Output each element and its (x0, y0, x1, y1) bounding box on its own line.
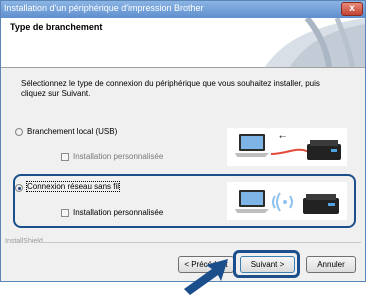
page-title: Type de branchement (10, 22, 103, 32)
close-button[interactable]: x (341, 2, 363, 16)
svg-text:⭠: ⭠ (279, 132, 286, 142)
installshield-brand: InstallShield (5, 238, 43, 245)
header-divider (1, 67, 365, 68)
next-button-highlight (233, 250, 300, 278)
wizard-header: Type de branchement (1, 18, 365, 67)
cancel-button[interactable]: Annuler (306, 256, 356, 273)
title-bar[interactable]: Installation d'un périphérique d'impress… (1, 1, 365, 18)
usb-option-label[interactable]: Branchement local (USB) (27, 127, 117, 136)
pointer-arrow-icon (184, 259, 228, 295)
installer-window: Installation d'un périphérique d'impress… (0, 0, 366, 282)
wireless-option-highlight (13, 174, 356, 228)
instruction-text: Sélectionnez le type de connexion du pér… (21, 79, 320, 98)
usb-custom-install-label[interactable]: Installation personnalisée (73, 152, 163, 161)
usb-custom-install-checkbox[interactable] (61, 153, 69, 161)
footer-divider (39, 242, 361, 243)
usb-radio[interactable] (15, 128, 23, 136)
laptop-usb-printer-icon: ⭠ (227, 128, 347, 166)
header-decoration-graphic (265, 18, 365, 67)
window-title: Installation d'un périphérique d'impress… (4, 3, 204, 13)
